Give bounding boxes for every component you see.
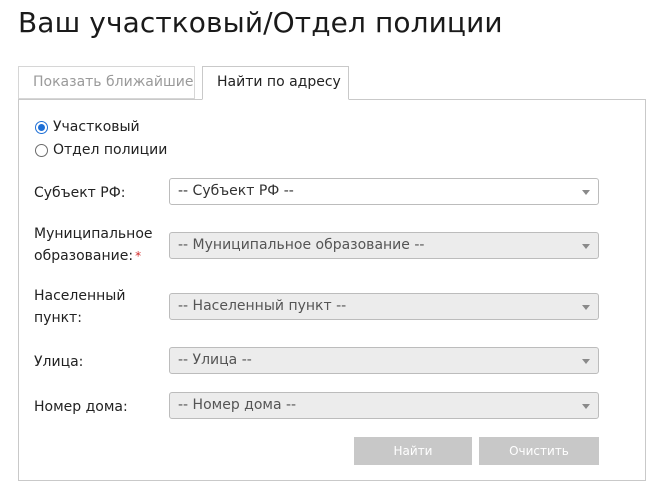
street-select[interactable]: -- Улица -- bbox=[169, 347, 599, 374]
tab-find-by-address[interactable]: Найти по адресу bbox=[202, 66, 349, 100]
house-label: Номер дома: bbox=[34, 399, 128, 415]
chevron-down-icon bbox=[582, 305, 590, 310]
municipality-select[interactable]: -- Муниципальное образование -- bbox=[169, 232, 599, 259]
municipality-label: Муниципальное образование: * bbox=[34, 223, 153, 267]
radio-police-department[interactable] bbox=[35, 143, 48, 157]
chevron-down-icon bbox=[582, 404, 590, 409]
address-search-panel: Участковый Отдел полиции Субъект РФ: -- … bbox=[18, 99, 646, 481]
required-mark: * bbox=[135, 249, 142, 263]
municipality-select-value: -- Муниципальное образование -- bbox=[178, 237, 425, 253]
radio-label-district-officer: Участковый bbox=[53, 119, 140, 135]
chevron-down-icon bbox=[582, 359, 590, 364]
house-select[interactable]: -- Номер дома -- bbox=[169, 392, 599, 419]
subject-label: Субъект РФ: bbox=[34, 185, 126, 201]
street-label: Улица: bbox=[34, 354, 84, 370]
settlement-select[interactable]: -- Населенный пункт -- bbox=[169, 293, 599, 320]
radio-label-police-department: Отдел полиции bbox=[53, 142, 168, 158]
chevron-down-icon bbox=[582, 244, 590, 249]
chevron-down-icon bbox=[582, 190, 590, 195]
settlement-label: Населенный пункт: bbox=[34, 285, 125, 329]
subject-select-value: -- Субъект РФ -- bbox=[178, 183, 294, 199]
municipality-label-line1: Муниципальное bbox=[34, 226, 153, 242]
settlement-label-line1: Населенный bbox=[34, 288, 126, 304]
tab-show-nearest[interactable]: Показать ближайшие bbox=[18, 66, 195, 99]
find-button[interactable]: Найти bbox=[354, 437, 472, 465]
subject-select[interactable]: -- Субъект РФ -- bbox=[169, 178, 599, 205]
clear-button[interactable]: Очистить bbox=[479, 437, 599, 465]
radio-option-police-department[interactable]: Отдел полиции bbox=[35, 142, 167, 158]
street-select-value: -- Улица -- bbox=[178, 352, 252, 368]
settlement-select-value: -- Населенный пункт -- bbox=[178, 298, 347, 314]
radio-district-officer[interactable] bbox=[35, 120, 48, 134]
page-title: Ваш участковый/Отдел полиции bbox=[18, 6, 503, 39]
radio-option-district-officer[interactable]: Участковый bbox=[35, 119, 140, 135]
house-select-value: -- Номер дома -- bbox=[178, 397, 297, 413]
municipality-label-line2: образование: bbox=[34, 248, 134, 264]
settlement-label-line2: пункт: bbox=[34, 310, 82, 326]
